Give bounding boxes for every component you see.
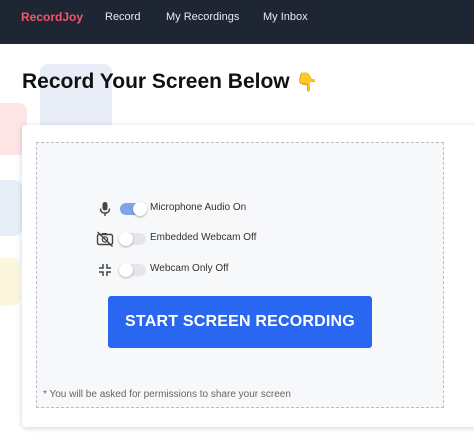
brand-logo[interactable]: RecordJoy xyxy=(21,10,83,24)
embedded-webcam-label: Embedded Webcam Off xyxy=(150,232,257,243)
pointing-down-emoji: 👇 xyxy=(295,72,318,92)
top-navbar: RecordJoy Record My Recordings My Inbox xyxy=(0,0,474,44)
option-embedded-webcam: Embedded Webcam Off xyxy=(96,230,376,248)
toggle-knob xyxy=(133,202,147,216)
decor-tile-lightblue xyxy=(0,180,22,236)
webcam-off-icon xyxy=(96,230,114,248)
minimize-icon xyxy=(96,261,114,279)
option-microphone-audio: Microphone Audio On xyxy=(96,200,376,218)
embedded-webcam-toggle[interactable] xyxy=(119,232,146,246)
option-webcam-only: Webcam Only Off xyxy=(96,261,376,279)
permissions-note: * You will be asked for permissions to s… xyxy=(43,389,291,400)
page-title: Record Your Screen Below 👇 xyxy=(22,70,318,93)
nav-link-my-inbox[interactable]: My Inbox xyxy=(263,11,308,23)
toggle-knob xyxy=(119,263,133,277)
start-screen-recording-button[interactable]: START SCREEN RECORDING xyxy=(108,296,372,348)
toggle-knob xyxy=(119,232,133,246)
decor-tile-yellow xyxy=(0,258,20,306)
nav-link-record[interactable]: Record xyxy=(105,11,140,23)
webcam-only-label: Webcam Only Off xyxy=(150,263,229,274)
webcam-only-toggle[interactable] xyxy=(119,263,146,277)
microphone-icon xyxy=(96,200,114,218)
nav-link-my-recordings[interactable]: My Recordings xyxy=(166,11,239,23)
microphone-audio-toggle[interactable] xyxy=(120,202,147,216)
microphone-audio-label: Microphone Audio On xyxy=(150,202,247,213)
